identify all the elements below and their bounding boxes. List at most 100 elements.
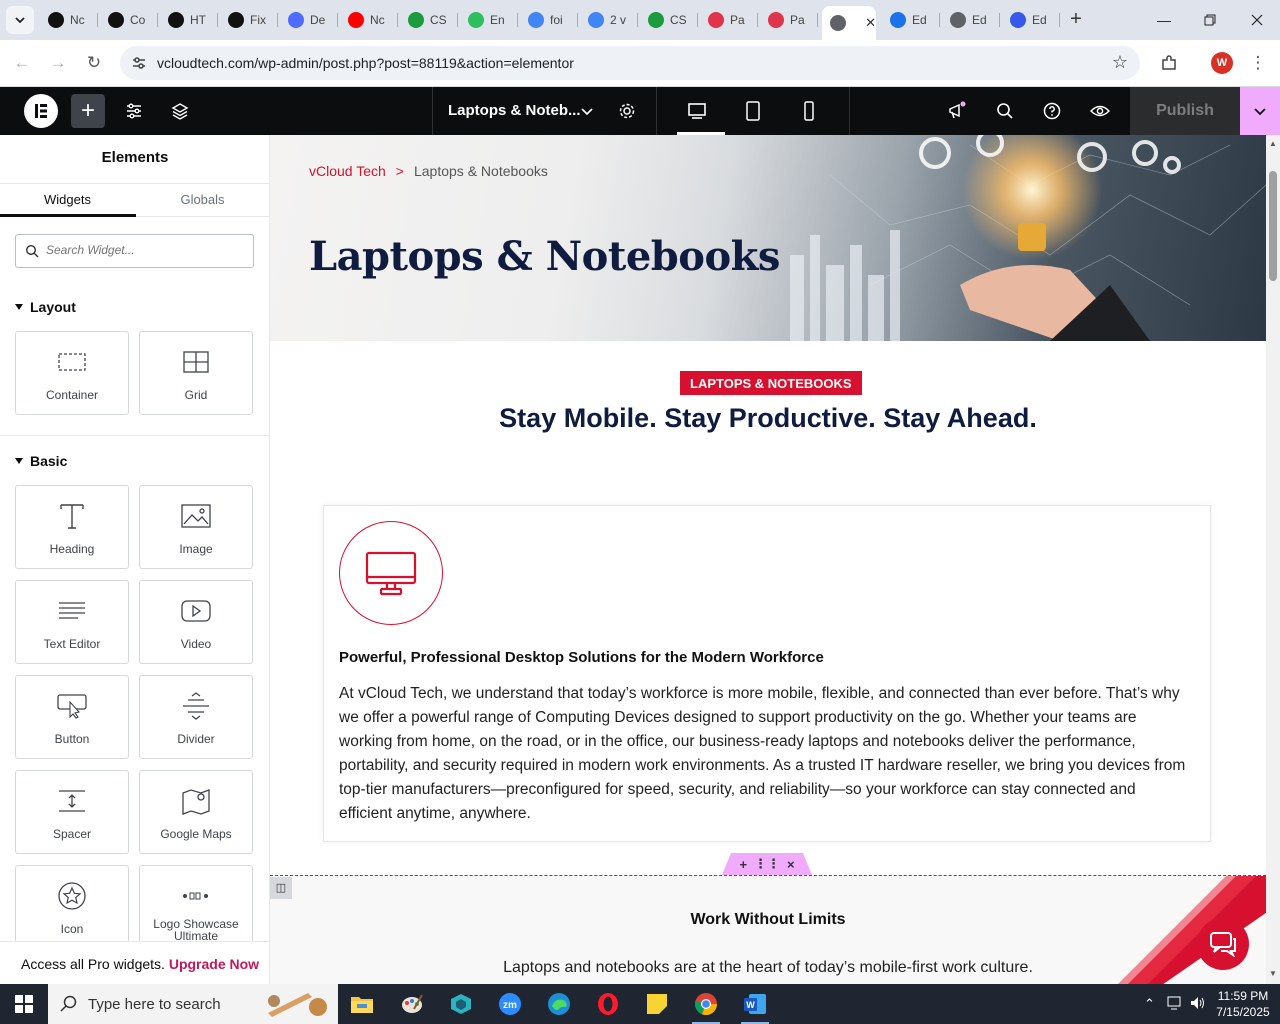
widget-video[interactable]: Video (139, 580, 253, 664)
tab-widgets[interactable]: Widgets (0, 192, 135, 207)
structure-layers-icon[interactable] (164, 87, 196, 135)
browser-tab[interactable]: CS (400, 6, 458, 34)
widget-heading[interactable]: Heading (15, 485, 129, 569)
page-title-dropdown[interactable]: Laptops & Noteb... (448, 102, 581, 119)
back-button[interactable]: ← (9, 50, 35, 76)
sticky-notes-icon[interactable] (637, 988, 677, 1020)
file-explorer-icon[interactable] (342, 988, 382, 1020)
widget-logo-showcase[interactable]: Logo Showcase Ultimate (139, 865, 253, 949)
tablet-view-icon[interactable] (737, 87, 769, 135)
app-icon[interactable] (441, 988, 481, 1020)
canvas-scrollbar[interactable]: ▲ ▼ (1266, 135, 1280, 984)
show-hidden-icons-chevron-icon[interactable]: ⌃ (1144, 996, 1155, 1012)
layout-section-header[interactable]: Layout (15, 299, 76, 315)
hero-title[interactable]: Laptops & Notebooks (309, 233, 780, 280)
site-settings-icon[interactable] (118, 87, 150, 135)
browser-tab[interactable]: Co (100, 6, 158, 34)
browser-tab[interactable]: foi (520, 6, 578, 34)
widget-grid[interactable]: Grid (139, 331, 253, 415)
publish-options-chevron-icon[interactable] (1240, 87, 1280, 135)
profile-avatar[interactable]: W (1211, 52, 1233, 74)
category-badge[interactable]: LAPTOPS & NOTEBOOKS (680, 371, 862, 395)
widget-image[interactable]: Image (139, 485, 253, 569)
restore-button[interactable] (1187, 0, 1233, 40)
windows-start-icon[interactable] (0, 984, 48, 1024)
search-widget-input[interactable] (46, 243, 246, 257)
widget-search-box[interactable] (15, 234, 254, 268)
browser-tab[interactable]: En (460, 6, 518, 34)
extensions-icon[interactable] (1156, 50, 1182, 76)
drag-handle-icon[interactable]: ⋮⋮ (754, 856, 780, 872)
browser-menu-icon[interactable]: ⋮ (1245, 50, 1271, 76)
forward-button[interactable]: → (45, 50, 71, 76)
card-heading[interactable]: Powerful, Professional Desktop Solutions… (339, 649, 824, 666)
section-title[interactable]: Work Without Limits (270, 911, 1266, 929)
tagline-heading[interactable]: Stay Mobile. Stay Productive. Stay Ahead… (270, 403, 1266, 434)
zoom-icon[interactable]: zm (490, 988, 530, 1020)
new-tab-button[interactable]: + (1066, 8, 1086, 32)
widget-google-maps[interactable]: Google Maps (139, 770, 253, 854)
work-without-limits-section[interactable]: ◫ Work Without Limits Laptops and notebo… (270, 875, 1266, 984)
taskbar-clock[interactable]: 11:59 PM 7/15/2025 (1210, 988, 1276, 1020)
widget-button[interactable]: Button (15, 675, 129, 759)
add-element-button[interactable]: + (71, 94, 105, 128)
breadcrumb-home-link[interactable]: vCloud Tech (309, 163, 386, 179)
bookmark-star-icon[interactable]: ☆ (1112, 52, 1128, 73)
scrollbar-thumb[interactable] (1269, 171, 1277, 281)
upgrade-now-link[interactable]: Upgrade Now (169, 956, 259, 972)
browser-tab[interactable]: Nc (40, 6, 98, 34)
site-info-icon[interactable] (130, 54, 148, 72)
opera-icon[interactable] (588, 988, 628, 1020)
section-body-text[interactable]: Laptops and notebooks are at the heart o… (270, 959, 1266, 977)
help-icon[interactable] (1037, 87, 1067, 135)
edge-icon[interactable] (539, 988, 579, 1020)
browser-tab[interactable]: Pa (700, 6, 758, 34)
browser-tab[interactable]: HT (160, 6, 218, 34)
close-tab-icon[interactable]: ✕ (865, 15, 876, 31)
browser-tab[interactable]: Ed (882, 6, 940, 34)
browser-tab[interactable]: Ed (1002, 6, 1060, 34)
chat-bubble-icon[interactable] (1197, 918, 1249, 970)
browser-tab[interactable]: Fix (220, 6, 278, 34)
widget-container[interactable]: Container (15, 331, 129, 415)
hero-section[interactable]: vCloud Tech > Laptops & Notebooks Laptops … (270, 135, 1266, 341)
browser-tab[interactable]: 2 v (580, 6, 638, 34)
chrome-icon[interactable] (686, 988, 726, 1024)
tab-globals[interactable]: Globals (135, 192, 269, 207)
preview-eye-icon[interactable] (1085, 87, 1115, 135)
delete-section-x-icon[interactable]: × (787, 857, 795, 872)
whats-new-megaphone-icon[interactable] (942, 87, 972, 135)
mobile-view-icon[interactable] (793, 87, 825, 135)
browser-tab[interactable]: ✕ (822, 6, 876, 40)
widget-text-editor[interactable]: Text Editor (15, 580, 129, 664)
word-icon[interactable]: W (735, 988, 775, 1024)
desktop-view-icon[interactable] (681, 87, 713, 135)
publish-button[interactable]: Publish (1130, 87, 1240, 135)
omnibox[interactable]: vcloudtech.com/wp-admin/post.php?post=88… (120, 46, 1140, 80)
close-window-button[interactable] (1234, 0, 1280, 40)
browser-tab[interactable]: De (280, 6, 338, 34)
add-section-plus-icon[interactable]: + (739, 857, 747, 872)
browser-tab[interactable]: Ed (942, 6, 1000, 34)
search-icon[interactable] (990, 87, 1020, 135)
page-settings-gear-icon[interactable] (612, 87, 642, 135)
chevron-down-icon[interactable] (577, 87, 597, 135)
widget-spacer[interactable]: Spacer (15, 770, 129, 854)
feature-card[interactable]: Powerful, Professional Desktop Solutions… (323, 505, 1211, 842)
browser-tab[interactable]: CS (640, 6, 698, 34)
elementor-logo-icon[interactable] (24, 94, 58, 128)
browser-tab[interactable]: Nc (340, 6, 398, 34)
taskbar-search-box[interactable]: Type here to search (48, 984, 338, 1024)
widget-icon[interactable]: Icon (15, 865, 129, 949)
volume-icon[interactable] (1190, 996, 1206, 1013)
reload-button[interactable]: ↻ (81, 50, 107, 76)
widget-divider[interactable]: Divider (139, 675, 253, 759)
browser-tab[interactable]: Pa (760, 6, 818, 34)
paint-icon[interactable] (392, 988, 432, 1020)
network-icon[interactable] (1167, 996, 1183, 1013)
tab-search-dropdown-icon[interactable] (6, 6, 34, 34)
card-body-text[interactable]: At vCloud Tech, we understand that today… (339, 682, 1189, 826)
basic-section-header[interactable]: Basic (15, 453, 67, 469)
column-layout-icon[interactable]: ◫ (270, 877, 292, 899)
minimize-button[interactable]: — (1141, 0, 1187, 40)
